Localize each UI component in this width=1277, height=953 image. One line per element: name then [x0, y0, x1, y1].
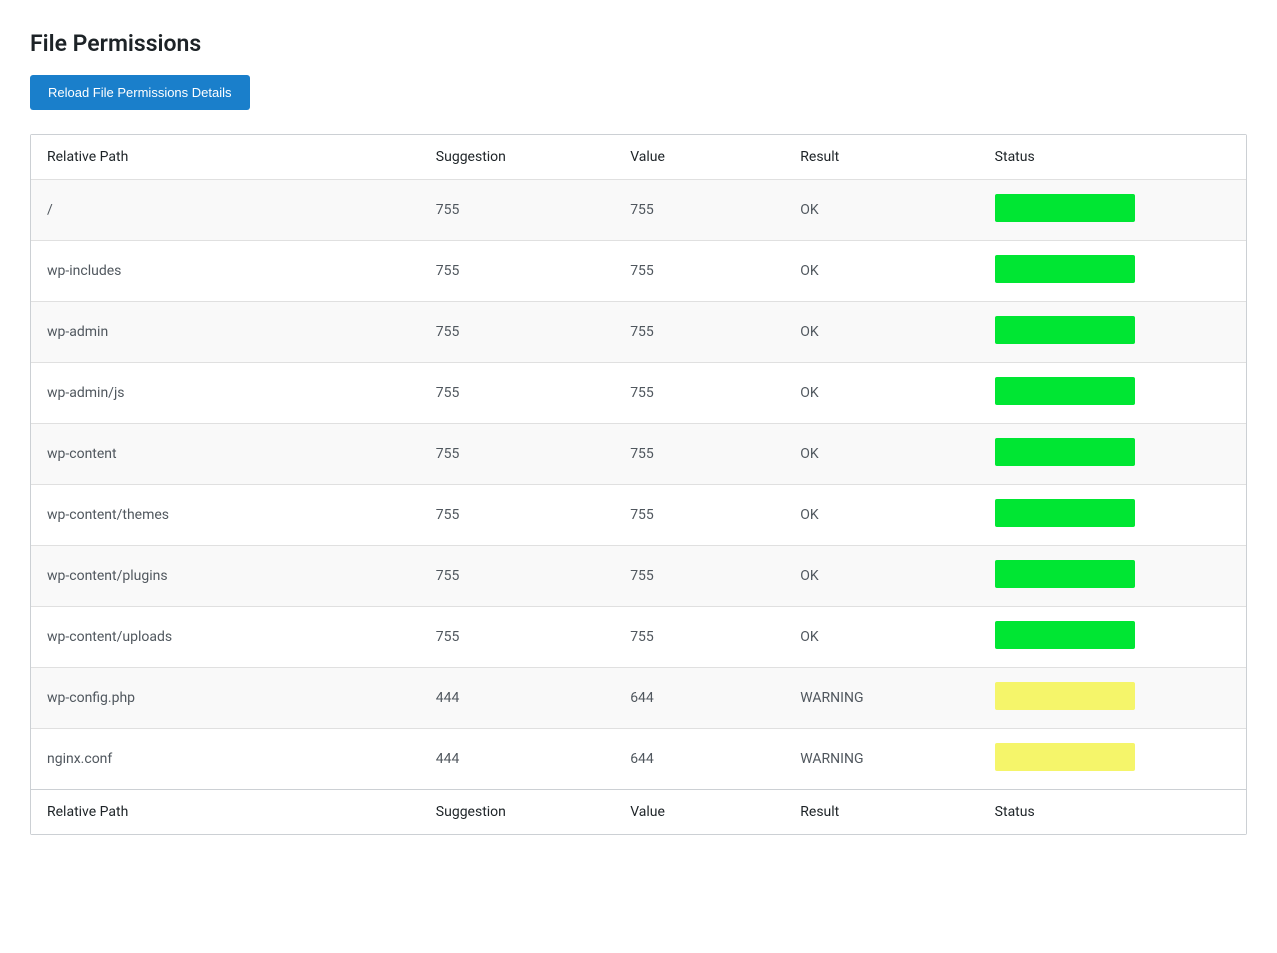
status-badge [995, 316, 1135, 344]
footer-path: Relative Path [31, 790, 420, 835]
cell-value: 755 [614, 485, 784, 546]
table-row: wp-content/themes755755OK [31, 485, 1246, 546]
cell-value: 755 [614, 607, 784, 668]
cell-result: OK [784, 302, 978, 363]
cell-suggestion: 755 [420, 363, 614, 424]
table-row: wp-config.php444644WARNING [31, 668, 1246, 729]
cell-result: OK [784, 607, 978, 668]
footer-status: Status [979, 790, 1246, 835]
status-badge [995, 377, 1135, 405]
cell-status [979, 485, 1246, 546]
cell-suggestion: 444 [420, 729, 614, 790]
header-result: Result [784, 135, 978, 180]
header-suggestion: Suggestion [420, 135, 614, 180]
table-header-row: Relative Path Suggestion Value Result St… [31, 135, 1246, 180]
footer-value: Value [614, 790, 784, 835]
cell-result: OK [784, 546, 978, 607]
status-badge [995, 438, 1135, 466]
cell-result: WARNING [784, 668, 978, 729]
cell-path: wp-admin [31, 302, 420, 363]
cell-value: 755 [614, 302, 784, 363]
table-row: /755755OK [31, 180, 1246, 241]
cell-status [979, 668, 1246, 729]
cell-status [979, 241, 1246, 302]
cell-value: 644 [614, 729, 784, 790]
cell-value: 755 [614, 424, 784, 485]
cell-result: OK [784, 180, 978, 241]
table-row: wp-content755755OK [31, 424, 1246, 485]
status-badge [995, 743, 1135, 771]
cell-suggestion: 755 [420, 607, 614, 668]
status-badge [995, 560, 1135, 588]
table-footer-row: Relative Path Suggestion Value Result St… [31, 790, 1246, 835]
header-path: Relative Path [31, 135, 420, 180]
cell-suggestion: 444 [420, 668, 614, 729]
cell-status [979, 302, 1246, 363]
status-badge [995, 194, 1135, 222]
cell-value: 755 [614, 180, 784, 241]
cell-result: OK [784, 363, 978, 424]
cell-path: wp-content [31, 424, 420, 485]
cell-path: wp-content/themes [31, 485, 420, 546]
status-badge [995, 682, 1135, 710]
footer-suggestion: Suggestion [420, 790, 614, 835]
reload-button[interactable]: Reload File Permissions Details [30, 75, 250, 110]
cell-path: / [31, 180, 420, 241]
cell-suggestion: 755 [420, 424, 614, 485]
table-row: wp-content/plugins755755OK [31, 546, 1246, 607]
table-row: wp-includes755755OK [31, 241, 1246, 302]
cell-value: 644 [614, 668, 784, 729]
cell-result: OK [784, 485, 978, 546]
cell-value: 755 [614, 363, 784, 424]
cell-suggestion: 755 [420, 546, 614, 607]
cell-path: wp-config.php [31, 668, 420, 729]
table-body: /755755OKwp-includes755755OKwp-admin7557… [31, 180, 1246, 790]
header-status: Status [979, 135, 1246, 180]
permissions-table-container: Relative Path Suggestion Value Result St… [30, 134, 1247, 835]
cell-suggestion: 755 [420, 241, 614, 302]
status-badge [995, 255, 1135, 283]
cell-status [979, 180, 1246, 241]
header-value: Value [614, 135, 784, 180]
permissions-table: Relative Path Suggestion Value Result St… [31, 135, 1246, 834]
cell-path: wp-admin/js [31, 363, 420, 424]
cell-result: OK [784, 241, 978, 302]
cell-status [979, 607, 1246, 668]
cell-status [979, 729, 1246, 790]
cell-status [979, 546, 1246, 607]
cell-value: 755 [614, 546, 784, 607]
table-row: wp-admin755755OK [31, 302, 1246, 363]
cell-suggestion: 755 [420, 302, 614, 363]
status-badge [995, 621, 1135, 649]
cell-status [979, 424, 1246, 485]
cell-result: OK [784, 424, 978, 485]
cell-path: wp-content/uploads [31, 607, 420, 668]
cell-status [979, 363, 1246, 424]
table-row: wp-content/uploads755755OK [31, 607, 1246, 668]
status-badge [995, 499, 1135, 527]
cell-suggestion: 755 [420, 180, 614, 241]
cell-path: wp-content/plugins [31, 546, 420, 607]
cell-path: wp-includes [31, 241, 420, 302]
cell-suggestion: 755 [420, 485, 614, 546]
table-row: nginx.conf444644WARNING [31, 729, 1246, 790]
cell-value: 755 [614, 241, 784, 302]
table-row: wp-admin/js755755OK [31, 363, 1246, 424]
cell-result: WARNING [784, 729, 978, 790]
footer-result: Result [784, 790, 978, 835]
cell-path: nginx.conf [31, 729, 420, 790]
page-title: File Permissions [30, 30, 1247, 57]
